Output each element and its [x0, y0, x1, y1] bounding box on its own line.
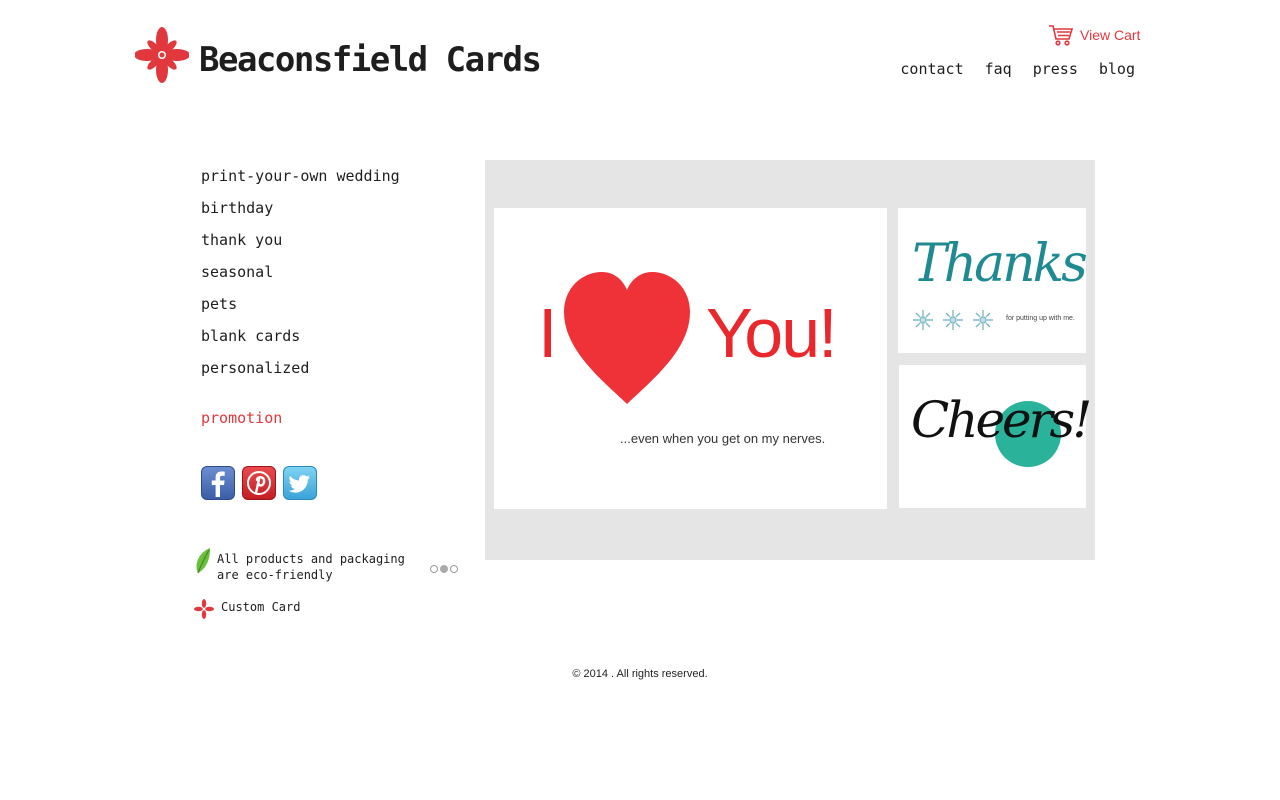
card-love-you-text: You! [706, 294, 838, 372]
facebook-icon[interactable] [201, 466, 235, 500]
logo-flower-icon[interactable] [135, 25, 189, 85]
sidebar-item-blank-cards[interactable]: blank cards [201, 320, 400, 352]
card-cheers[interactable]: Cheers! [899, 365, 1092, 508]
slider-dot-3[interactable] [450, 565, 458, 573]
card-thanks[interactable]: Thanks for putting up with me. [898, 208, 1088, 353]
custom-card-link[interactable]: Custom Card [221, 600, 300, 614]
card-cheers-word: Cheers! [911, 391, 1092, 449]
heart-icon [564, 272, 690, 404]
footer-copyright: © 2014 . All rights reserved. [572, 668, 708, 680]
view-cart-link[interactable]: View Cart [1048, 24, 1140, 46]
eco-line-1: All products and packaging [217, 552, 405, 566]
slider-dot-2[interactable] [440, 565, 448, 573]
sidebar-item-birthday[interactable]: birthday [201, 192, 400, 224]
sidebar-item-promotion[interactable]: promotion [201, 409, 282, 427]
sidebar-item-wedding[interactable]: print-your-own wedding [201, 160, 400, 192]
category-nav: print-your-own wedding birthday thank yo… [201, 160, 400, 384]
pinterest-icon[interactable] [242, 466, 276, 500]
sidebar-item-seasonal[interactable]: seasonal [201, 256, 400, 288]
eco-line-2: are eco-friendly [217, 568, 333, 582]
flower-decor-icon [913, 310, 993, 330]
twitter-icon[interactable] [283, 466, 317, 500]
view-cart-label[interactable]: View Cart [1080, 27, 1140, 43]
slider-pagination [430, 565, 458, 573]
card-thanks-subtitle: for putting up with me. [1006, 315, 1075, 322]
leaf-icon [196, 548, 210, 574]
eco-friendly-note: All products and packaging are eco-frien… [217, 551, 405, 583]
slider-dot-1[interactable] [430, 565, 438, 573]
sidebar-item-personalized[interactable]: personalized [201, 352, 400, 384]
top-navigation: contact faq press blog [900, 60, 1135, 78]
nav-press[interactable]: press [1033, 60, 1078, 78]
nav-contact[interactable]: contact [900, 60, 963, 78]
card-thanks-word: Thanks [912, 234, 1088, 294]
nav-blog[interactable]: blog [1099, 60, 1135, 78]
brand-title[interactable]: Beaconsfield Cards [199, 40, 542, 80]
card-love-i-text: I [538, 294, 558, 372]
card-love-subtitle: ...even when you get on my nerves. [620, 431, 826, 446]
card-i-love-you[interactable]: I You! ...even when you get on my nerves… [494, 208, 887, 509]
sidebar-item-pets[interactable]: pets [201, 288, 400, 320]
shopping-cart-icon [1049, 25, 1074, 46]
sidebar-item-thank-you[interactable]: thank you [201, 224, 400, 256]
nav-faq[interactable]: faq [985, 60, 1012, 78]
custom-card-flower-icon [194, 599, 214, 619]
